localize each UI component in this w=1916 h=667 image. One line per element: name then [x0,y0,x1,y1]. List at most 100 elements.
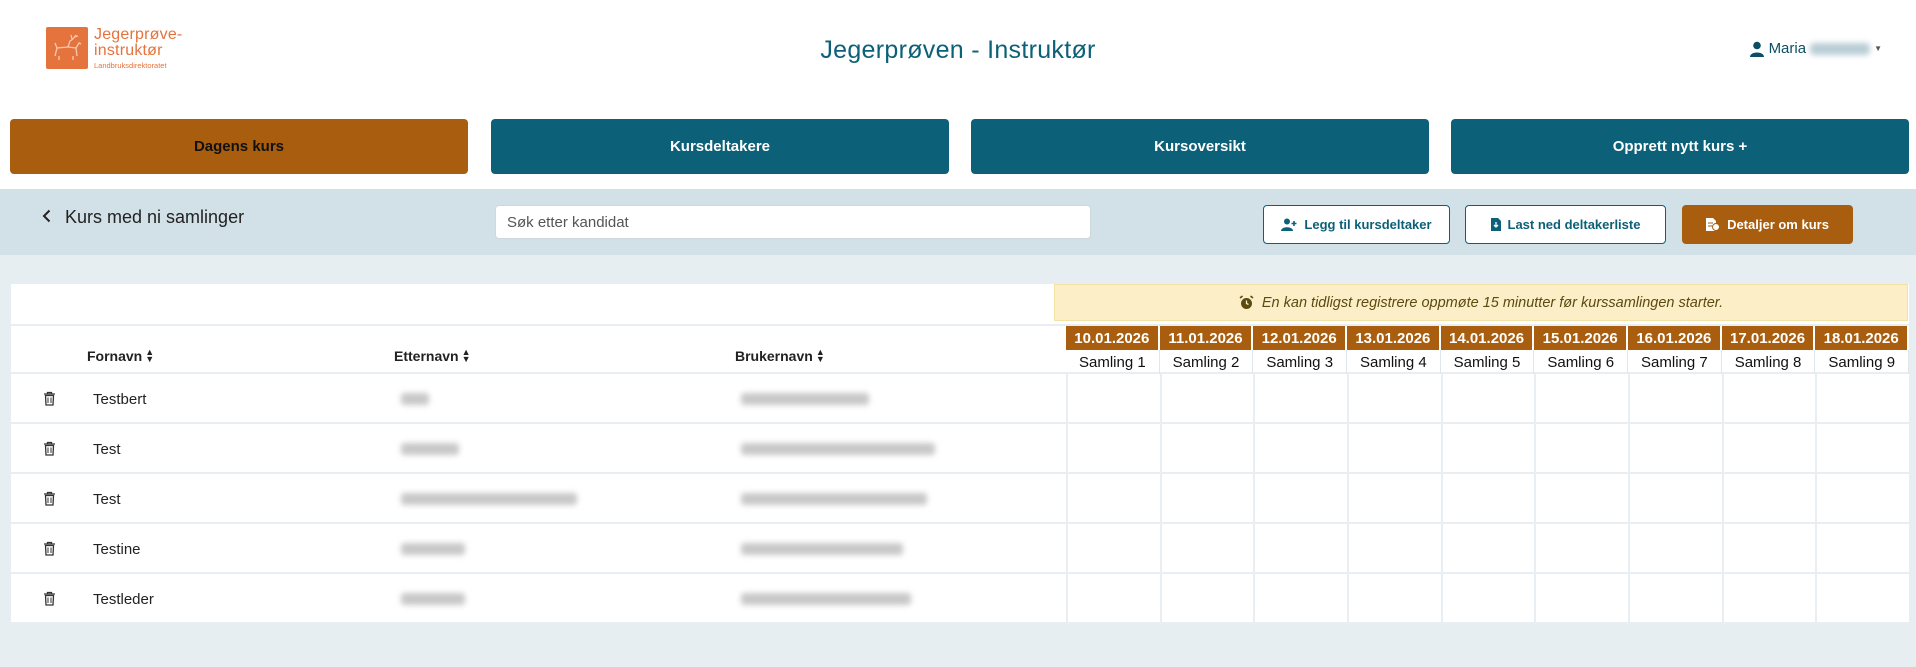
attendance-cell[interactable] [1628,374,1722,424]
attendance-cell[interactable] [1534,374,1628,424]
session-date: 14.01.2026 [1440,326,1535,350]
attendance-cell[interactable] [1721,474,1816,524]
attendance-cell[interactable] [1815,524,1909,574]
session-label: Samling 5 [1441,350,1535,374]
participant-first-name: Test [93,441,121,458]
attendance-notice: En kan tidligst registrere oppmøte 15 mi… [1054,284,1908,321]
attendance-cell[interactable] [1066,524,1160,574]
page-title: Jegerprøven - Instruktør [820,36,1096,64]
session-date: 10.01.2026 [1066,326,1160,350]
session-date: 15.01.2026 [1534,326,1629,350]
attendance-cell[interactable] [1628,424,1722,474]
attendance-cell[interactable] [1253,574,1347,624]
attendance-cell[interactable] [1159,424,1254,474]
attendance-cell[interactable] [1440,374,1535,424]
session-date: 18.01.2026 [1815,326,1910,350]
nav-kursoversikt[interactable]: Kursoversikt [971,119,1429,174]
attendance-cell[interactable] [1534,524,1628,574]
attendance-cell[interactable] [1440,524,1535,574]
course-details-button[interactable]: Detaljer om kurs [1682,205,1853,244]
attendance-cell[interactable] [1628,474,1722,524]
participant-username-blurred [741,593,911,605]
attendance-cell[interactable] [1721,524,1816,574]
trash-icon[interactable] [43,391,56,411]
add-participant-button[interactable]: Legg til kursdeltaker [1263,205,1450,244]
download-list-label: Last ned deltakerliste [1507,217,1641,232]
trash-icon[interactable] [43,441,56,461]
attendance-cell[interactable] [1066,424,1160,474]
session-dates: 10.01.2026 11.01.2026 12.01.2026 13.01.2026… [1066,326,1910,350]
attendance-cell[interactable] [1066,474,1160,524]
attendance-cell[interactable] [1159,574,1254,624]
attendance-cells [1066,474,1909,524]
attendance-cell[interactable] [1159,474,1254,524]
column-header-username[interactable]: Brukernavn ▲ ▼ [735,346,825,364]
trash-icon[interactable] [43,541,56,561]
attendance-cells [1066,574,1909,624]
attendance-cell[interactable] [1253,424,1347,474]
participant-last-name-blurred [401,393,429,405]
attendance-cell[interactable] [1347,524,1441,574]
attendance-cell[interactable] [1628,574,1722,624]
column-header-first-name[interactable]: Fornavn ▲ ▼ [87,347,154,364]
user-menu[interactable]: Maria ▼ [1749,40,1882,57]
attendance-cell[interactable] [1253,524,1347,574]
nav-kursdeltakere[interactable]: Kursdeltakere [491,119,949,174]
alarm-clock-icon [1239,295,1254,309]
user-name: Maria [1768,40,1807,57]
attendance-cell[interactable] [1159,374,1254,424]
table-row: Testleder [11,574,1909,624]
column-header-last-name[interactable]: Etternavn ▲ ▼ [394,347,471,364]
attendance-cell[interactable] [1721,574,1816,624]
participant-username-blurred [741,543,903,555]
attendance-cell[interactable] [1347,424,1441,474]
attendance-cell[interactable] [1628,524,1722,574]
trash-icon[interactable] [43,491,56,511]
file-download-icon [1490,218,1501,231]
main-nav: Dagens kurs Kursdeltakere Kursoversikt O… [0,119,1916,174]
attendance-cell[interactable] [1159,524,1254,574]
participant-last-name-blurred [401,493,577,505]
attendance-cell[interactable] [1815,424,1909,474]
session-date: 17.01.2026 [1721,326,1816,350]
participant-username-blurred [741,493,927,505]
table-row: Test [11,474,1909,524]
download-list-button[interactable]: Last ned deltakerliste [1465,205,1666,244]
attendance-cell[interactable] [1253,474,1347,524]
nav-opprett-nytt-kurs[interactable]: Opprett nytt kurs + [1451,119,1909,174]
attendance-cell[interactable] [1721,424,1816,474]
nav-dagens-kurs[interactable]: Dagens kurs [10,119,468,174]
participant-username-blurred [741,443,935,455]
attendance-cell[interactable] [1815,374,1909,424]
course-toolbar: Kurs med ni samlinger Legg til kursdelta… [0,189,1916,255]
attendance-cell[interactable] [1534,574,1628,624]
attendance-cell[interactable] [1347,374,1441,424]
chevron-left-icon [42,207,51,228]
search-input[interactable] [495,205,1091,239]
table-row: Testbert [11,374,1909,424]
participant-last-name-blurred [401,543,465,555]
file-details-icon [1706,218,1721,231]
attendance-cell[interactable] [1534,424,1628,474]
sort-icon: ▲ ▼ [815,346,825,364]
trash-icon[interactable] [43,591,56,611]
attendance-cell[interactable] [1066,374,1160,424]
attendance-cell[interactable] [1815,474,1909,524]
attendance-cell[interactable] [1440,424,1535,474]
attendance-cell[interactable] [1440,474,1535,524]
attendance-cell[interactable] [1440,574,1535,624]
attendance-cell[interactable] [1534,474,1628,524]
participant-last-name-blurred [401,443,459,455]
session-label: Samling 8 [1722,350,1816,374]
attendance-cell[interactable] [1066,574,1160,624]
session-date: 11.01.2026 [1159,326,1254,350]
attendance-cell[interactable] [1347,474,1441,524]
attendance-cell[interactable] [1815,574,1909,624]
attendance-cells [1066,524,1909,574]
attendance-cell[interactable] [1253,374,1347,424]
session-label: Samling 6 [1534,350,1629,374]
attendance-cell[interactable] [1347,574,1441,624]
session-label: Samling 3 [1253,350,1348,374]
back-link[interactable]: Kurs med ni samlinger [42,207,244,228]
attendance-cell[interactable] [1721,374,1816,424]
